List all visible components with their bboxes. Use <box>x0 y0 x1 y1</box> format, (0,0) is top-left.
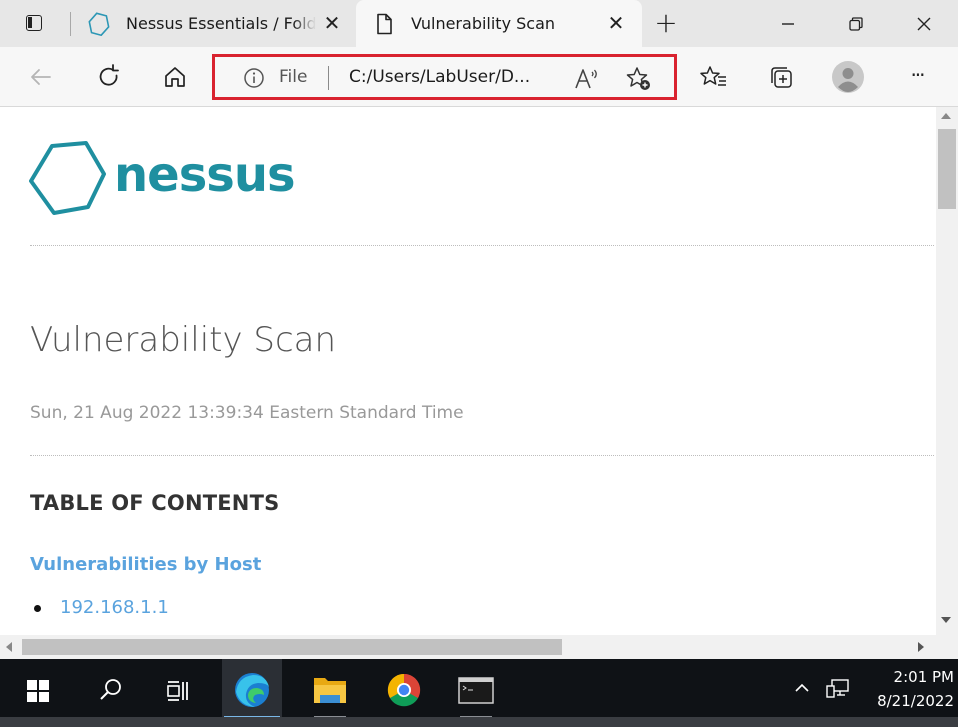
chrome-taskbar-button[interactable] <box>374 659 434 723</box>
tab-actions-icon[interactable] <box>22 11 48 37</box>
page-content: nessus Vulnerability Scan Sun, 21 Aug 20… <box>0 107 936 635</box>
tab-close-icon[interactable]: ✕ <box>320 11 344 35</box>
info-icon[interactable] <box>243 67 265 89</box>
search-icon <box>100 679 121 700</box>
tab-close-icon[interactable]: ✕ <box>604 11 628 35</box>
clock-time: 2:01 PM <box>893 668 954 686</box>
toc-link-vulnerabilities-by-host[interactable]: Vulnerabilities by Host <box>30 554 261 575</box>
windows-start-icon <box>27 680 49 702</box>
scroll-up-arrow-icon[interactable] <box>941 113 951 119</box>
system-clock[interactable]: 2:01 PM 8/21/2022 <box>858 665 954 713</box>
address-separator <box>328 66 329 90</box>
network-icon[interactable] <box>825 677 851 701</box>
file-explorer-icon <box>314 678 346 703</box>
edge-taskbar-button[interactable] <box>222 659 282 723</box>
home-button[interactable] <box>158 60 192 94</box>
horizontal-scroll-thumb[interactable] <box>22 639 562 655</box>
show-hidden-icons-chevron-up-icon[interactable] <box>793 679 811 697</box>
minimize-button[interactable] <box>768 8 808 40</box>
search-button[interactable] <box>80 659 140 723</box>
tab-title: Nessus Essentials / Folders / View Scan <box>126 14 316 33</box>
tab-title: Vulnerability Scan <box>411 14 556 33</box>
taskbar-bottom-edge <box>0 717 958 727</box>
tab-nessus-essentials[interactable]: Nessus Essentials / Folders / View Scan … <box>78 0 354 47</box>
collections-button[interactable] <box>764 60 798 94</box>
clock-date: 8/21/2022 <box>877 692 954 710</box>
browser-toolbar: File C:/Users/LabUser/D... ··· <box>0 47 958 107</box>
read-aloud-icon[interactable] <box>573 66 601 92</box>
document-icon <box>377 13 392 35</box>
add-favorite-icon[interactable] <box>625 65 653 93</box>
tab-separator <box>70 12 71 36</box>
more-icon: ··· <box>910 63 925 87</box>
nessus-logo: nessus <box>28 141 328 221</box>
restore-button[interactable] <box>836 8 876 40</box>
toc-heading: TABLE OF CONTENTS <box>30 491 280 515</box>
more-options-button[interactable]: ··· <box>900 60 934 94</box>
logo-wordmark: nessus <box>114 147 296 203</box>
profile-avatar[interactable] <box>831 60 865 94</box>
bullet <box>34 605 41 612</box>
address-scheme-label: File <box>279 67 308 87</box>
edge-icon <box>235 673 269 707</box>
back-button[interactable] <box>24 60 58 94</box>
task-view-icon <box>167 681 188 701</box>
scroll-right-arrow-icon[interactable] <box>918 642 924 652</box>
file-explorer-taskbar-button[interactable] <box>300 659 360 723</box>
start-button[interactable] <box>8 659 68 723</box>
refresh-button[interactable] <box>92 60 126 94</box>
report-date: Sun, 21 Aug 2022 13:39:34 Eastern Standa… <box>30 403 464 423</box>
address-bar[interactable]: File C:/Users/LabUser/D... <box>212 54 677 100</box>
scroll-down-arrow-icon[interactable] <box>941 617 951 623</box>
nessus-hexagon-icon <box>88 12 110 36</box>
report-title: Vulnerability Scan <box>30 320 337 360</box>
tab-strip: Nessus Essentials / Folders / View Scan … <box>0 0 958 47</box>
nessus-hexagon-logo-icon <box>29 141 106 215</box>
task-view-button[interactable] <box>150 659 210 723</box>
horizontal-scrollbar[interactable] <box>0 635 958 659</box>
toc-link-host[interactable]: 192.168.1.1 <box>60 597 169 618</box>
vertical-scrollbar[interactable] <box>936 107 958 635</box>
address-url-text[interactable]: C:/Users/LabUser/D... <box>349 67 530 87</box>
scroll-left-arrow-icon[interactable] <box>6 642 12 652</box>
close-window-button[interactable] <box>904 8 944 40</box>
tab-vulnerability-scan[interactable]: Vulnerability Scan ✕ <box>356 0 642 47</box>
terminal-taskbar-button[interactable] <box>446 659 506 723</box>
vertical-scroll-thumb[interactable] <box>938 129 956 209</box>
terminal-icon <box>458 677 494 704</box>
divider <box>30 245 934 246</box>
chrome-icon <box>387 673 421 707</box>
favorites-button[interactable] <box>697 60 731 94</box>
new-tab-button[interactable]: + <box>652 9 680 38</box>
divider <box>30 455 934 456</box>
